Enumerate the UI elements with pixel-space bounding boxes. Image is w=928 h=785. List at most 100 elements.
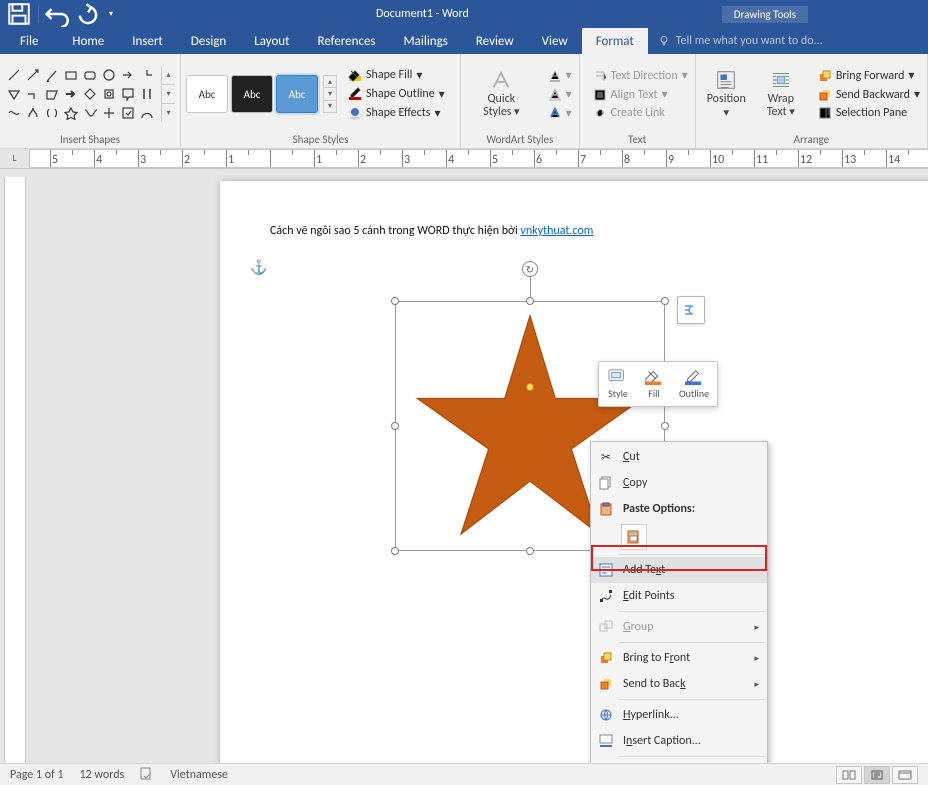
quick-access-toolbar: ▾ (0, 1, 123, 27)
mini-outline-button[interactable]: Outline (675, 366, 713, 402)
shape-outline-menu[interactable]: Shape Outline ▾ (346, 86, 447, 103)
tab-view[interactable]: View (528, 28, 582, 54)
view-web-layout[interactable] (892, 766, 918, 784)
style-swatch-icon (607, 368, 629, 386)
resize-handle-n[interactable] (526, 297, 534, 305)
resize-handle-sw[interactable] (391, 547, 399, 555)
pencil-outline-icon (348, 87, 362, 101)
undo-button[interactable] (45, 1, 71, 27)
ctx-copy[interactable]: Copy (591, 470, 767, 496)
shape-style-2[interactable]: Abc (231, 75, 273, 113)
rotate-handle[interactable]: ↻ (522, 261, 538, 277)
tab-references[interactable]: References (304, 28, 390, 54)
title-bar: ▾ Document1 - Word Drawing Tools (0, 0, 928, 28)
resize-handle-e[interactable] (661, 422, 669, 430)
shapes-gallery-more[interactable]: ▴▾▾ (161, 66, 175, 122)
shapes-gallery[interactable] (5, 66, 156, 122)
ctx-insert-caption[interactable]: Insert Caption... (591, 728, 767, 754)
bring-forward-icon (818, 69, 832, 83)
paste-picture-button[interactable] (621, 524, 647, 550)
redo-button[interactable] (75, 1, 101, 27)
ctx-paste-header: Paste Options: (591, 496, 767, 522)
document-page[interactable]: Cách vẽ ngôi sao 5 cánh trong WORD thực … (220, 181, 928, 763)
text-direction-icon (593, 69, 607, 83)
horizontal-ruler[interactable]: 543211234567891011121314 (30, 149, 928, 168)
ctx-cut[interactable]: ✂Cut (591, 444, 767, 470)
resize-handle-nw[interactable] (391, 297, 399, 305)
position-button[interactable]: Position▾ (701, 59, 752, 129)
mini-fill-button[interactable]: Fill (639, 366, 669, 402)
ctx-edit-points[interactable]: Edit Points (591, 583, 767, 609)
adjust-handle[interactable] (526, 383, 534, 391)
layout-options-button[interactable] (677, 296, 705, 324)
ctx-add-text[interactable]: Add Text (591, 557, 767, 583)
tab-design[interactable]: Design (177, 28, 240, 54)
shape-styles-more[interactable]: ▴▾▾ (323, 75, 337, 113)
resize-handle-s[interactable] (526, 547, 534, 555)
bring-forward-menu[interactable]: Bring Forward ▾ (816, 67, 922, 84)
tab-review[interactable]: Review (462, 28, 528, 54)
ruler-corner[interactable]: L (0, 149, 30, 168)
scissors-icon: ✂ (597, 448, 615, 466)
align-text-icon (593, 88, 607, 102)
resize-handle-w[interactable] (391, 422, 399, 430)
tab-format[interactable]: Format (582, 28, 648, 54)
status-bar: Page 1 of 1 12 words Vietnamese (0, 763, 928, 785)
hyperlink-icon (597, 706, 615, 724)
status-words[interactable]: 12 words (80, 768, 125, 782)
paste-picture-icon (626, 529, 642, 545)
ribbon-tabs: File Home Insert Design Layout Reference… (0, 28, 928, 54)
document-area: Cách vẽ ngôi sao 5 cánh trong WORD thực … (0, 169, 928, 763)
mini-style-button[interactable]: Style (603, 366, 633, 402)
text-outline-icon (548, 87, 562, 101)
create-link: Create Link (591, 105, 690, 121)
bring-front-icon (597, 649, 615, 667)
shape-style-3[interactable]: Abc (276, 75, 318, 113)
wrap-text-button[interactable]: Wrap Text ▾ (755, 59, 807, 129)
qat-customize[interactable]: ▾ (105, 1, 117, 27)
send-backward-menu[interactable]: Send Backward ▾ (816, 86, 922, 103)
view-print-layout[interactable] (864, 766, 890, 784)
context-menu: ✂Cut Copy Paste Options: Add Text Edit P… (590, 441, 768, 763)
ctx-bring-front[interactable]: Bring to Front▸ (591, 645, 767, 671)
vertical-ruler[interactable] (4, 177, 26, 763)
quick-styles-button: Quick Styles ▾ (466, 59, 537, 129)
status-proofing-icon[interactable] (140, 766, 154, 784)
document-text[interactable]: Cách vẽ ngôi sao 5 cánh trong WORD thực … (270, 221, 890, 239)
send-backward-icon (818, 88, 832, 102)
status-page[interactable]: Page 1 of 1 (10, 768, 64, 782)
tab-layout[interactable]: Layout (240, 28, 303, 54)
wordart-fill: ▾ (546, 67, 574, 84)
position-icon (715, 69, 737, 91)
shape-style-1[interactable]: Abc (186, 75, 228, 113)
canvas-scroll[interactable]: Cách vẽ ngôi sao 5 cánh trong WORD thực … (30, 169, 928, 763)
save-button[interactable] (6, 1, 32, 27)
tab-mailings[interactable]: Mailings (390, 28, 462, 54)
doc-link[interactable]: vnkythuat.com (520, 224, 593, 238)
wordart-effects: ▾ (546, 105, 574, 122)
clipboard-icon (597, 500, 615, 518)
send-back-icon (597, 675, 615, 693)
tab-home[interactable]: Home (58, 28, 118, 54)
ctx-hyperlink[interactable]: Hyperlink... (591, 702, 767, 728)
wordart-outline: ▾ (546, 86, 574, 103)
tell-me-input[interactable]: Tell me what you want to do... (648, 28, 833, 54)
status-language[interactable]: Vietnamese (170, 768, 228, 782)
group-wordart: Quick Styles ▾ ▾ ▾ ▾ WordArt Styles (461, 54, 580, 148)
resize-handle-ne[interactable] (661, 297, 669, 305)
link-icon (593, 106, 607, 120)
text-fill-icon (548, 68, 562, 82)
tab-file[interactable]: File (0, 28, 58, 54)
view-read-mode[interactable] (836, 766, 862, 784)
text-effects-icon (548, 106, 562, 120)
selection-pane-button[interactable]: Selection Pane (816, 105, 922, 121)
effects-icon (348, 106, 362, 120)
shape-fill-menu[interactable]: Shape Fill ▾ (346, 67, 447, 84)
selection-pane-icon (818, 106, 832, 120)
ctx-send-back[interactable]: Send to Back▸ (591, 671, 767, 697)
caption-icon (597, 732, 615, 750)
bucket-icon (643, 368, 665, 386)
horizontal-ruler-area: L 543211234567891011121314 (0, 149, 928, 169)
tab-insert[interactable]: Insert (118, 28, 177, 54)
shape-effects-menu[interactable]: Shape Effects ▾ (346, 105, 447, 122)
